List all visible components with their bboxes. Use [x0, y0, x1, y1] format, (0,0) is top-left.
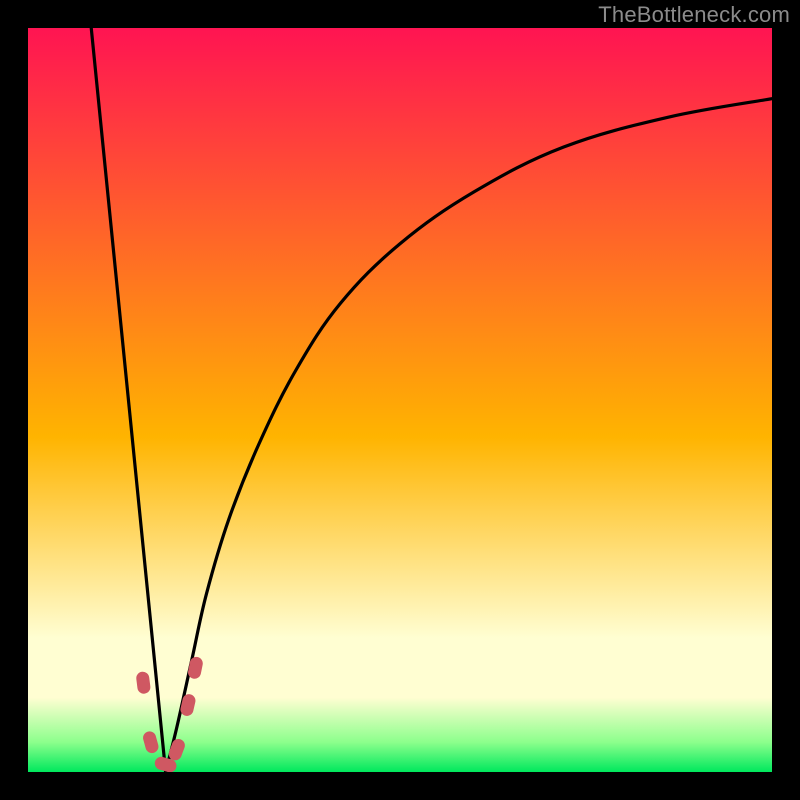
chart-frame: TheBottleneck.com: [0, 0, 800, 800]
watermark-text: TheBottleneck.com: [598, 2, 790, 28]
chart-plot: [28, 28, 772, 772]
gradient-background: [28, 28, 772, 772]
